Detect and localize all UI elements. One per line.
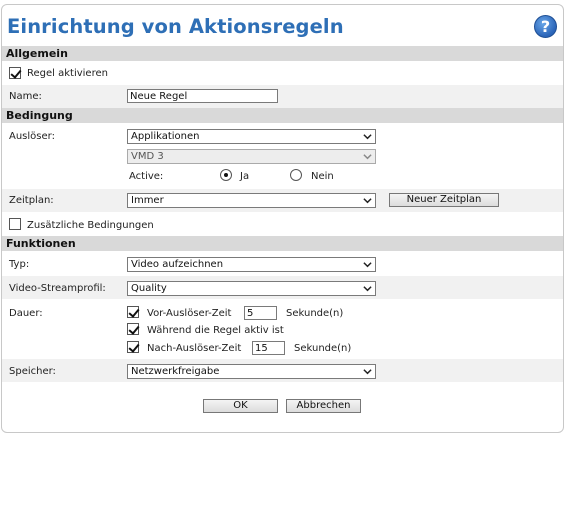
row-trigger: Auslöser: Applikationen VMD 3 Active: Ja… — [2, 123, 563, 189]
extra-conditions-checkbox[interactable] — [9, 218, 21, 230]
post-trigger-input[interactable] — [252, 341, 285, 355]
new-schedule-button[interactable]: Neuer Zeitplan — [389, 193, 499, 207]
trigger-label: Auslöser: — [9, 131, 55, 142]
row-duration: Dauer: Vor-Auslöser-Zeit Sekunde(n) Währ… — [2, 299, 563, 359]
section-header-general: Allgemein — [2, 46, 563, 61]
activate-rule-checkbox[interactable] — [9, 67, 21, 79]
chevron-down-icon — [363, 198, 372, 204]
extra-conditions-label: Zusätzliche Bedingungen — [27, 220, 154, 231]
chevron-down-icon — [363, 286, 372, 292]
page-title: Einrichtung von Aktionsregeln — [7, 15, 344, 38]
pre-trigger-label: Vor-Auslöser-Zeit — [147, 308, 232, 319]
schedule-label: Zeitplan: — [9, 195, 54, 206]
chevron-down-icon — [363, 154, 372, 160]
pre-trigger-input[interactable] — [244, 306, 277, 320]
row-name: Name: — [2, 85, 563, 108]
row-schedule: Zeitplan: Immer Neuer Zeitplan — [2, 189, 563, 212]
active-label: Active: — [129, 171, 164, 182]
active-yes-label: Ja — [240, 171, 250, 182]
storage-select[interactable]: Netzwerkfreigabe — [127, 364, 376, 379]
type-select[interactable]: Video aufzeichnen — [127, 257, 376, 272]
row-stream-profile: Video-Streamprofil: Quality — [2, 276, 563, 299]
storage-label: Speicher: — [9, 366, 56, 377]
row-activate-rule: Regel aktivieren — [2, 61, 563, 85]
post-trigger-unit: Sekunde(n) — [294, 343, 352, 354]
name-input[interactable] — [127, 89, 278, 103]
chevron-down-icon — [363, 369, 372, 375]
activate-rule-label: Regel aktivieren — [27, 68, 108, 79]
stream-profile-label: Video-Streamprofil: — [9, 283, 106, 294]
stream-profile-select[interactable]: Quality — [127, 281, 376, 296]
pre-trigger-unit: Sekunde(n) — [286, 308, 344, 319]
active-no-radio[interactable] — [290, 169, 302, 181]
post-trigger-label: Nach-Auslöser-Zeit — [147, 343, 242, 354]
chevron-down-icon — [363, 134, 372, 140]
row-extra-conditions: Zusätzliche Bedingungen — [2, 212, 563, 236]
row-storage: Speicher: Netzwerkfreigabe — [2, 359, 563, 382]
ok-button[interactable]: OK — [203, 399, 278, 413]
post-trigger-checkbox[interactable] — [127, 341, 139, 353]
section-header-functions: Funktionen — [2, 236, 563, 251]
duration-label: Dauer: — [9, 308, 43, 319]
while-active-label: Während die Regel aktiv ist — [147, 325, 284, 336]
name-label: Name: — [9, 91, 42, 102]
trigger-select[interactable]: Applikationen — [127, 129, 376, 144]
pre-trigger-checkbox[interactable] — [127, 306, 139, 318]
while-active-checkbox[interactable] — [127, 323, 139, 335]
row-type: Typ: Video aufzeichnen — [2, 251, 563, 275]
help-icon[interactable]: ? — [534, 15, 557, 38]
rule-setup-panel: Einrichtung von Aktionsregeln ? Allgemei… — [1, 4, 564, 433]
section-header-condition: Bedingung — [2, 108, 563, 123]
trigger-sub-select: VMD 3 — [127, 149, 376, 164]
active-no-label: Nein — [311, 171, 334, 182]
active-yes-radio[interactable] — [220, 169, 232, 181]
cancel-button[interactable]: Abbrechen — [286, 399, 361, 413]
type-label: Typ: — [9, 259, 30, 270]
chevron-down-icon — [363, 262, 372, 268]
schedule-select[interactable]: Immer — [127, 193, 376, 208]
